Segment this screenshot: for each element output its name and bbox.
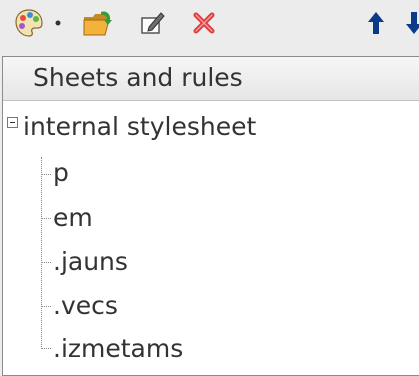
move-up-button[interactable] — [360, 6, 392, 40]
tree-node-rule[interactable]: .izmetams — [53, 335, 183, 363]
arrow-down-icon — [404, 9, 419, 37]
tree-node-rule[interactable]: .vecs — [53, 292, 118, 320]
palette-icon — [13, 7, 45, 39]
delete-icon — [190, 9, 218, 37]
tree-connector — [41, 348, 51, 349]
arrow-up-icon — [366, 9, 386, 37]
tree-node-rule[interactable]: p — [53, 159, 69, 187]
column-header-label: Sheets and rules — [33, 63, 243, 92]
open-stylesheet-button[interactable] — [78, 6, 118, 40]
tree-connector — [41, 262, 51, 263]
delete-rule-button[interactable] — [184, 6, 224, 40]
tree-node-rule[interactable]: .jauns — [53, 248, 128, 276]
palette-button[interactable] — [10, 6, 66, 40]
toolbar — [0, 0, 419, 56]
rules-tree[interactable]: Sheets and rules internal stylesheet p e… — [2, 56, 419, 376]
edit-icon — [137, 8, 167, 38]
tree-column-header[interactable]: Sheets and rules — [3, 57, 419, 101]
collapse-toggle-icon[interactable] — [7, 117, 18, 128]
folder-open-icon — [81, 8, 115, 38]
chevron-down-icon[interactable] — [53, 18, 63, 28]
tree-connector — [41, 174, 51, 175]
tree-connector — [41, 218, 51, 219]
tree-node-rule[interactable]: em — [53, 204, 93, 232]
edit-rule-button[interactable] — [132, 6, 172, 40]
move-down-button[interactable] — [398, 6, 419, 40]
tree-node-internal-stylesheet[interactable]: internal stylesheet — [23, 113, 256, 141]
tree-connector — [41, 306, 51, 307]
tree-guide-line — [41, 157, 42, 347]
